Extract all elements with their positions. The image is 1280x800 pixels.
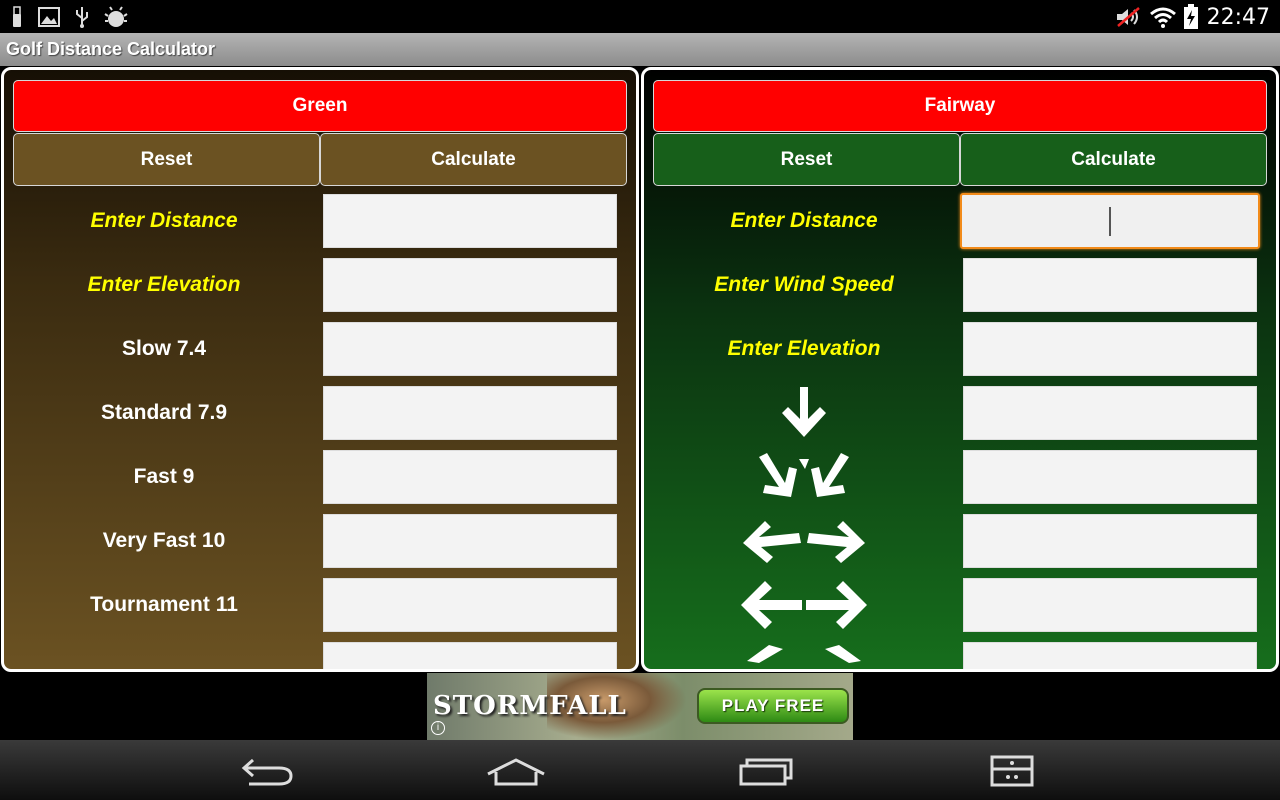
green-tournament-field[interactable] <box>323 578 617 632</box>
green-distance-label: Enter Distance <box>90 209 238 232</box>
fairway-elevation-field[interactable] <box>963 322 1257 376</box>
fairway-reset-button[interactable]: Reset <box>653 133 960 186</box>
green-fast-label: Fast 9 <box>133 465 195 488</box>
ad-play-free-button[interactable]: PLAY FREE <box>697 688 849 724</box>
clock: 22:47 <box>1206 4 1270 30</box>
usb-debug-icon <box>76 7 88 28</box>
fairway-headwind-field[interactable] <box>963 386 1257 440</box>
green-slow-field[interactable] <box>323 322 617 376</box>
wind-crosswind-row <box>653 575 955 635</box>
battery-charging-icon <box>1183 4 1198 29</box>
navigation-bar <box>0 740 1280 800</box>
wind-next-row <box>653 639 955 669</box>
green-elevation-label: Enter Elevation <box>87 273 241 296</box>
home-button[interactable] <box>486 754 546 788</box>
fairway-wind-speed-field[interactable] <box>963 258 1257 312</box>
green-standard-label: Standard 7.9 <box>100 401 228 424</box>
wind-diagonal-arrows-icon <box>759 453 849 497</box>
app-title-bar: Golf Distance Calculator <box>0 33 1280 66</box>
fairway-panel: Fairway Reset Calculate Enter Distance E… <box>641 67 1279 672</box>
menu-icon <box>990 755 1034 787</box>
green-next-field[interactable] <box>323 642 617 669</box>
android-bug-icon <box>104 6 128 27</box>
wind-headwind-arrow-icon <box>782 387 826 437</box>
usb-icon <box>13 6 21 27</box>
fairway-next-field[interactable] <box>963 642 1257 669</box>
fairway-distance-field[interactable] <box>960 193 1260 249</box>
ad-banner[interactable]: STORMFALL PLAY FREE i <box>427 673 853 740</box>
fairway-wind-speed-label: Enter Wind Speed <box>714 273 894 296</box>
image-icon <box>38 7 60 27</box>
fairway-diagonal-field[interactable] <box>963 450 1257 504</box>
fairway-crosswind-field[interactable] <box>963 578 1257 632</box>
notification-icons <box>10 5 128 29</box>
ad-brand: STORMFALL <box>433 691 627 721</box>
wind-partial-arrows-icon <box>747 645 861 663</box>
back-button[interactable] <box>237 754 297 788</box>
wind-headwind-row <box>653 383 955 443</box>
green-very-fast-label: Very Fast 10 <box>102 529 226 552</box>
green-standard-field[interactable] <box>323 386 617 440</box>
green-calculate-button[interactable]: Calculate <box>320 133 627 186</box>
wifi-icon <box>1149 7 1176 28</box>
menu-button[interactable] <box>982 754 1042 788</box>
fairway-calculate-button[interactable]: Calculate <box>960 133 1267 186</box>
wind-crosswind-arrows-icon <box>741 581 867 629</box>
green-tournament-label: Tournament 11 <box>90 593 238 616</box>
recent-apps-button[interactable] <box>736 754 796 788</box>
wind-angled-cross-arrows-icon <box>743 521 865 563</box>
fairway-elevation-label: Enter Elevation <box>727 337 881 360</box>
ad-info-icon[interactable]: i <box>431 721 445 735</box>
recent-apps-icon <box>739 758 793 786</box>
wind-angled-cross-row <box>653 511 955 571</box>
fairway-angled-cross-field[interactable] <box>963 514 1257 568</box>
green-elevation-field[interactable] <box>323 258 617 312</box>
text-cursor <box>1109 207 1111 236</box>
green-distance-field[interactable] <box>323 194 617 248</box>
wind-diagonal-row <box>653 447 955 507</box>
status-bar: 22:47 <box>0 0 1280 33</box>
green-fast-field[interactable] <box>323 450 617 504</box>
green-slow-label: Slow 7.4 <box>121 337 207 360</box>
fairway-distance-label: Enter Distance <box>730 209 878 232</box>
app-title: Golf Distance Calculator <box>6 39 216 59</box>
fairway-header-button[interactable]: Fairway <box>653 80 1267 132</box>
back-icon <box>241 758 293 786</box>
system-icons: 22:47 <box>1115 4 1270 30</box>
muted-speaker-icon <box>1116 7 1140 27</box>
green-very-fast-field[interactable] <box>323 514 617 568</box>
green-reset-button[interactable]: Reset <box>13 133 320 186</box>
green-header-button[interactable]: Green <box>13 80 627 132</box>
green-panel: Green Reset Calculate Enter Distance Ent… <box>1 67 639 672</box>
home-icon <box>487 758 545 786</box>
